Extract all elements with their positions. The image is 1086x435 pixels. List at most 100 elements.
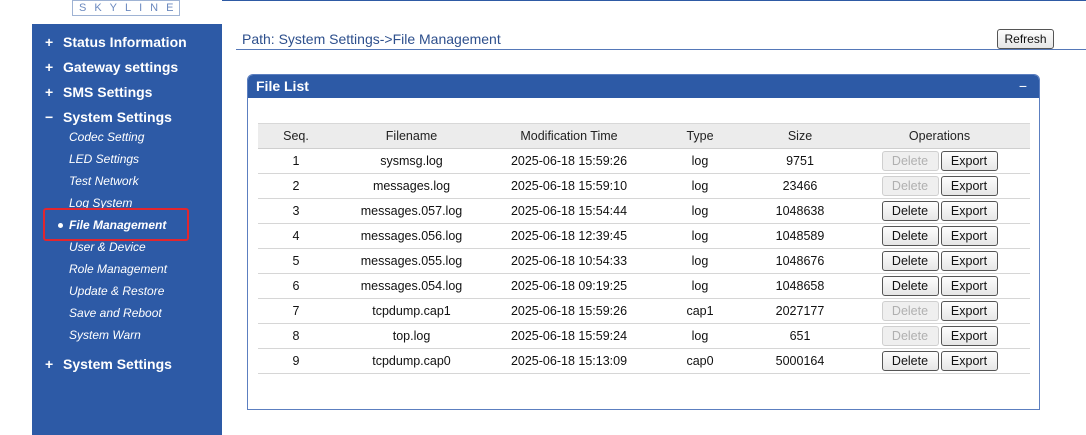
sidebar-group-label: Status Information [63,34,187,50]
row-filename: tcpdump.cap1 [334,298,489,324]
row-modification-time: 2025-06-18 15:59:26 [489,148,649,174]
collapse-minus-icon: − [45,109,54,125]
selection-highlight [43,208,189,241]
row-type: log [649,148,751,174]
sidebar-item-codec-setting[interactable]: Codec Setting [69,130,144,144]
table-row: 8 top.log 2025-06-18 15:59:24 log 651 Delete E… [258,323,1030,349]
row-seq: 8 [258,323,334,349]
row-filename: sysmsg.log [334,148,489,174]
table-row: 1 sysmsg.log 2025-06-18 15:59:26 log 9751 Del… [258,148,1030,174]
delete-button[interactable]: Delete [881,201,939,221]
delete-button[interactable]: Delete [881,351,939,371]
expand-plus-icon: + [45,84,54,100]
row-seq: 7 [258,298,334,324]
delete-button: Delete [881,301,939,321]
row-type: cap1 [649,298,751,324]
row-operations: Delete Export [849,273,1030,299]
export-button[interactable]: Export [940,351,998,371]
refresh-button[interactable]: Refresh [997,29,1054,49]
row-modification-time: 2025-06-18 15:59:26 [489,298,649,324]
row-type: log [649,248,751,274]
row-seq: 2 [258,173,334,199]
sidebar-group-label: Gateway settings [63,59,179,75]
file-table: Seq. Filename Modification Time Type Siz… [258,123,1030,374]
breadcrumb: Path: System Settings->File Management [242,31,501,47]
sidebar-group-gateway-settings[interactable]: + Gateway settings [45,59,178,75]
export-button[interactable]: Export [940,251,998,271]
delete-button[interactable]: Delete [881,226,939,246]
row-filename: messages.055.log [334,248,489,274]
row-size: 2027177 [751,298,849,324]
row-operations: Delete Export [849,173,1030,199]
delete-button: Delete [881,151,939,171]
table-row: 2 messages.log 2025-06-18 15:59:10 log 23466… [258,173,1030,199]
row-type: log [649,273,751,299]
row-modification-time: 2025-06-18 10:54:33 [489,248,649,274]
sidebar: + Status Information + Gateway settings … [32,24,222,435]
column-header-filename: Filename [334,123,489,149]
row-type: log [649,173,751,199]
row-size: 1048676 [751,248,849,274]
expand-plus-icon: + [45,34,54,50]
sidebar-group-label: SMS Settings [63,84,153,100]
row-operations: Delete Export [849,148,1030,174]
skyline-logo: SKYLINE [66,0,186,22]
row-seq: 1 [258,148,334,174]
sidebar-item-system-warn[interactable]: System Warn [69,328,141,342]
delete-button[interactable]: Delete [881,251,939,271]
sidebar-item-role-management[interactable]: Role Management [69,262,167,276]
table-row: 5 messages.055.log 2025-06-18 10:54:33 log 1… [258,248,1030,274]
row-operations: Delete Export [849,198,1030,224]
row-seq: 5 [258,248,334,274]
row-operations: Delete Export [849,323,1030,349]
row-seq: 9 [258,348,334,374]
table-row: 3 messages.057.log 2025-06-18 15:54:44 log 1… [258,198,1030,224]
row-filename: messages.057.log [334,198,489,224]
export-button[interactable]: Export [940,201,998,221]
column-header-modification-time: Modification Time [489,123,649,149]
row-seq: 4 [258,223,334,249]
export-button[interactable]: Export [940,301,998,321]
expand-plus-icon: + [45,59,54,75]
header-divider [222,0,1086,1]
sidebar-group-sms-settings[interactable]: + SMS Settings [45,84,152,100]
panel-title: File List [256,78,309,94]
sidebar-item-user-device[interactable]: User & Device [69,240,146,254]
export-button[interactable]: Export [940,176,998,196]
table-header-row: Seq. Filename Modification Time Type Siz… [258,123,1030,149]
export-button[interactable]: Export [940,276,998,296]
export-button[interactable]: Export [940,151,998,171]
sidebar-group-label: System Settings [63,356,172,372]
row-size: 1048589 [751,223,849,249]
row-type: cap0 [649,348,751,374]
delete-button[interactable]: Delete [881,276,939,296]
row-size: 23466 [751,173,849,199]
sidebar-group-system-settings-2[interactable]: + System Settings [45,356,172,372]
delete-button: Delete [881,326,939,346]
sidebar-item-test-network[interactable]: Test Network [69,174,139,188]
sidebar-item-update-restore[interactable]: Update & Restore [69,284,164,298]
export-button[interactable]: Export [940,326,998,346]
row-size: 651 [751,323,849,349]
row-filename: messages.log [334,173,489,199]
collapse-icon[interactable]: − [1019,75,1027,98]
row-modification-time: 2025-06-18 15:13:09 [489,348,649,374]
row-type: log [649,198,751,224]
logo-text: SKYLINE [72,0,180,16]
row-size: 5000164 [751,348,849,374]
row-type: log [649,323,751,349]
row-seq: 3 [258,198,334,224]
row-type: log [649,223,751,249]
row-filename: messages.056.log [334,223,489,249]
export-button[interactable]: Export [940,226,998,246]
sidebar-item-save-reboot[interactable]: Save and Reboot [69,306,162,320]
sidebar-group-system-settings[interactable]: − System Settings [45,109,172,125]
table-row: 7 tcpdump.cap1 2025-06-18 15:59:26 cap1 2027… [258,298,1030,324]
table-row: 6 messages.054.log 2025-06-18 09:19:25 log 1… [258,273,1030,299]
sidebar-group-status-information[interactable]: + Status Information [45,34,187,50]
row-size: 1048638 [751,198,849,224]
row-modification-time: 2025-06-18 12:39:45 [489,223,649,249]
row-operations: Delete Export [849,248,1030,274]
column-header-seq: Seq. [258,123,334,149]
sidebar-item-led-settings[interactable]: LED Settings [69,152,139,166]
